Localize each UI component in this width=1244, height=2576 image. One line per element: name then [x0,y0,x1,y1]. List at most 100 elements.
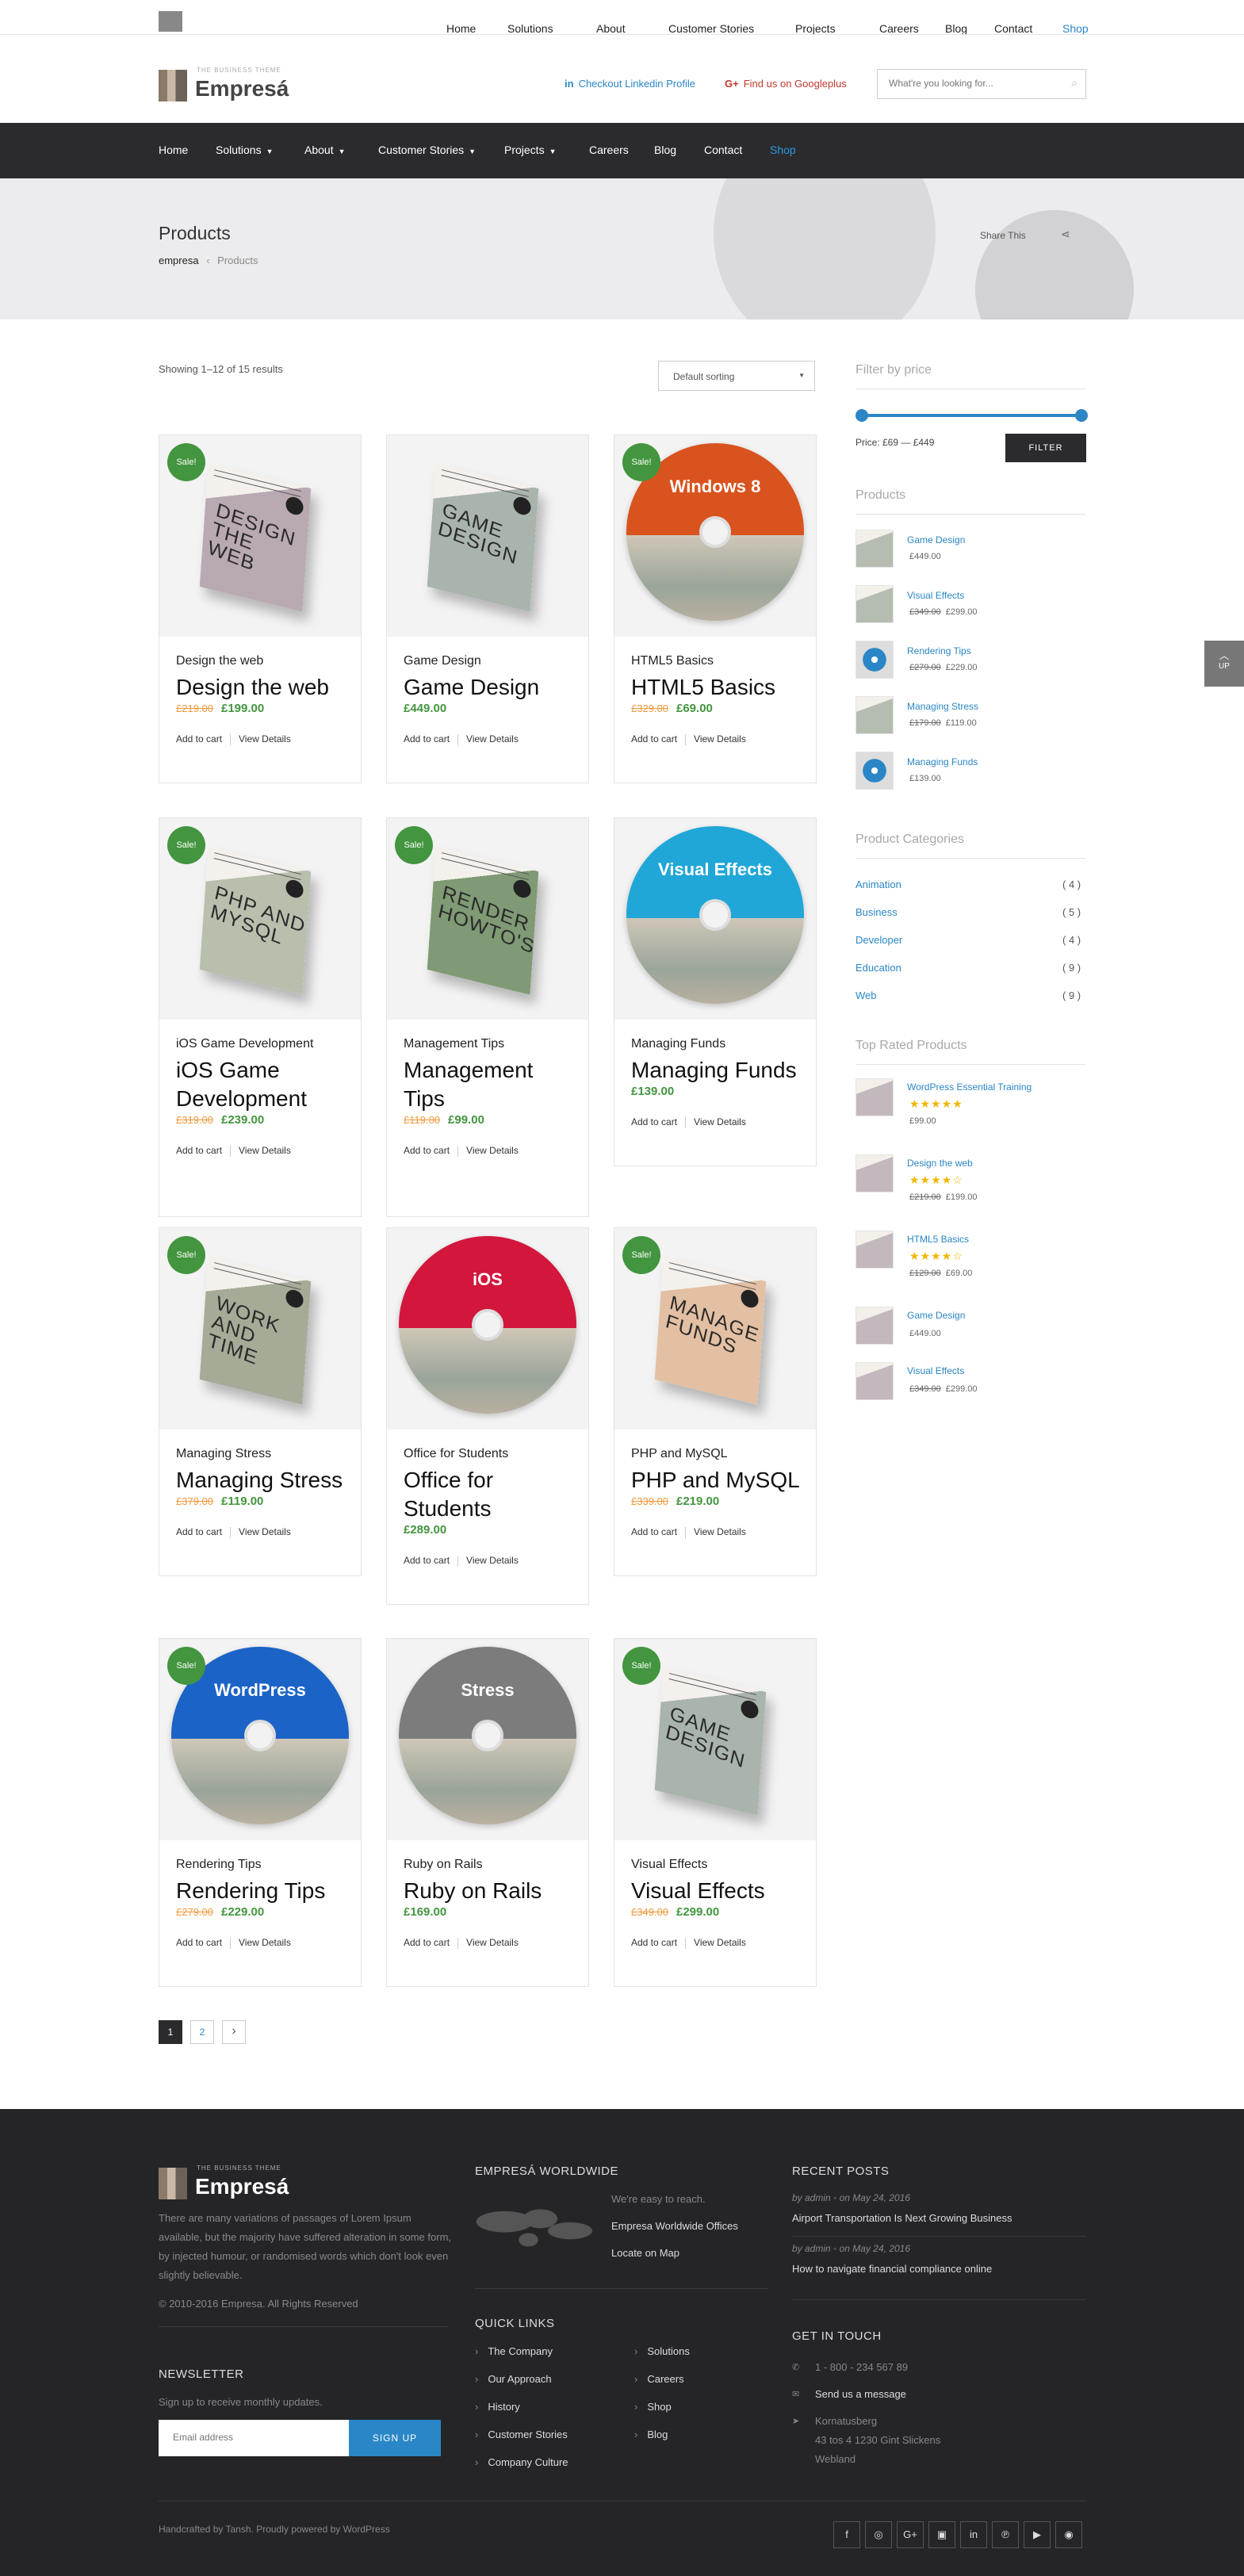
product-image[interactable]: Sale! WordPress [159,1639,361,1840]
view-details-link[interactable]: View Details [466,1555,519,1566]
product-name[interactable]: Visual Effects [631,1877,806,1905]
sidebar-product-link[interactable]: Game Design [907,534,965,545]
quick-link[interactable]: › Shop [634,2401,672,2413]
page-1-button[interactable]: 1 [159,2020,182,2044]
product-name[interactable]: Rendering Tips [176,1877,350,1905]
quick-link[interactable]: › Blog [634,2429,668,2440]
post-2-title[interactable]: How to navigate financial compliance onl… [792,2263,992,2275]
price-slider-max-handle[interactable] [1075,409,1088,422]
product-thumbnail[interactable] [855,1078,894,1116]
category-link[interactable]: Web [855,989,877,1001]
add-to-cart-button[interactable]: Add to cart [176,1937,222,1948]
product-thumbnail[interactable] [855,585,894,623]
top-rated-link[interactable]: Game Design [907,1310,965,1321]
ghost-nav-8[interactable]: Shop [1062,22,1089,34]
scroll-up-button[interactable]: ︿ UP [1204,641,1244,687]
add-to-cart-button[interactable]: Add to cart [404,1145,450,1156]
rss-icon[interactable]: ◉ [1055,2521,1082,2548]
locate-on-map-link[interactable]: Locate on Map [611,2247,679,2259]
view-details-link[interactable]: View Details [239,1937,291,1948]
product-image[interactable]: Stress [387,1639,588,1840]
price-slider-min-handle[interactable] [855,409,868,422]
quick-link[interactable]: › History [475,2401,520,2413]
product-image[interactable]: Sale! MANAGE FUNDS [614,1228,816,1430]
product-name[interactable]: HTML5 Basics [631,673,806,702]
worldwide-offices-link[interactable]: Empresa Worldwide Offices [611,2220,738,2232]
top-rated-link[interactable]: Visual Effects [907,1365,964,1376]
product-image[interactable]: iOS [387,1228,588,1430]
view-details-link[interactable]: View Details [694,1937,746,1948]
googleplus-icon[interactable]: G+ [897,2521,924,2548]
youtube-icon[interactable]: ▶ [1024,2521,1051,2548]
next-page-button[interactable]: › [222,2020,246,2044]
share-this-label[interactable]: Share This [980,230,1026,241]
product-image[interactable]: Sale! RENDER HOWTO'S [387,818,588,1020]
linkedin-icon[interactable]: in [960,2521,987,2548]
quick-link[interactable]: › Careers [634,2373,684,2385]
add-to-cart-button[interactable]: Add to cart [631,1526,677,1537]
top-rated-link[interactable]: WordPress Essential Training [907,1081,1032,1093]
quick-link[interactable]: › Solutions [634,2345,690,2357]
ghost-nav-0[interactable]: Home [446,22,476,34]
product-image[interactable]: Sale! Windows 8 [614,435,816,637]
product-thumbnail[interactable] [855,1362,894,1400]
quick-link[interactable]: › Company Culture [475,2456,568,2468]
quick-link[interactable]: › The Company [475,2345,553,2357]
product-image[interactable]: Sale! DESIGN THE WEB [159,435,361,637]
view-details-link[interactable]: View Details [694,1526,746,1537]
sidebar-product-link[interactable]: Managing Funds [907,756,978,767]
github-icon[interactable]: ◎ [865,2521,892,2548]
product-name[interactable]: Management Tips [404,1056,578,1113]
category-link[interactable]: Developer [855,934,902,946]
view-details-link[interactable]: View Details [694,733,746,744]
product-image[interactable]: Visual Effects [614,818,816,1020]
product-thumbnail[interactable] [855,641,894,679]
top-rated-link[interactable]: HTML5 Basics [907,1234,969,1245]
newsletter-email-field[interactable] [159,2420,349,2456]
product-thumbnail[interactable] [855,1307,894,1345]
ghost-nav-1[interactable]: Solutions [507,22,553,34]
product-thumbnail[interactable] [855,1154,894,1192]
view-details-link[interactable]: View Details [466,1937,519,1948]
nav-projects[interactable]: Projects ▼ [504,144,557,156]
category-link[interactable]: Animation [855,878,901,890]
breadcrumb-home[interactable]: empresa [159,255,199,266]
ghost-nav-3[interactable]: Customer Stories [668,22,754,34]
add-to-cart-button[interactable]: Add to cart [404,1555,450,1566]
nav-careers[interactable]: Careers [589,144,629,156]
search-icon[interactable]: ⌕ [1071,76,1077,90]
add-to-cart-button[interactable]: Add to cart [176,1145,222,1156]
ghost-nav-5[interactable]: Careers [879,22,919,34]
sidebar-product-link[interactable]: Visual Effects [907,590,964,601]
ghost-nav-7[interactable]: Contact [994,22,1032,34]
price-slider-track[interactable] [861,414,1081,417]
product-name[interactable]: Ruby on Rails [404,1877,578,1905]
product-name[interactable]: PHP and MySQL [631,1466,806,1495]
email-input[interactable] [159,2420,341,2455]
sidebar-product-link[interactable]: Managing Stress [907,701,978,712]
nav-customer-stories[interactable]: Customer Stories ▼ [378,144,476,156]
send-message-link[interactable]: Send us a message [815,2388,906,2400]
quick-link[interactable]: › Our Approach [475,2373,552,2385]
nav-about[interactable]: About ▼ [304,144,346,156]
product-name[interactable]: Managing Funds [631,1056,806,1085]
product-name[interactable]: Office for Students [404,1466,578,1523]
add-to-cart-button[interactable]: Add to cart [631,733,677,744]
nav-home[interactable]: Home [159,144,188,156]
product-thumbnail[interactable] [855,1231,894,1269]
view-details-link[interactable]: View Details [694,1116,746,1127]
product-thumbnail[interactable] [855,696,894,734]
product-name[interactable]: iOS Game Development [176,1056,350,1113]
ghost-nav-2[interactable]: About [596,22,626,34]
share-icon[interactable]: ⋖ [1061,228,1070,241]
view-details-link[interactable]: View Details [239,733,291,744]
ghost-nav-6[interactable]: Blog [945,22,967,34]
product-name[interactable]: Design the web [176,673,350,702]
add-to-cart-button[interactable]: Add to cart [631,1116,677,1127]
product-image[interactable]: Sale! GAME DESIGN [614,1639,816,1840]
nav-blog[interactable]: Blog [654,144,676,156]
googleplus-link[interactable]: G+ Find us on Googleplus [725,78,847,90]
view-details-link[interactable]: View Details [466,1145,519,1156]
product-name[interactable]: Game Design [404,673,578,702]
instagram-icon[interactable]: ▣ [928,2521,955,2548]
